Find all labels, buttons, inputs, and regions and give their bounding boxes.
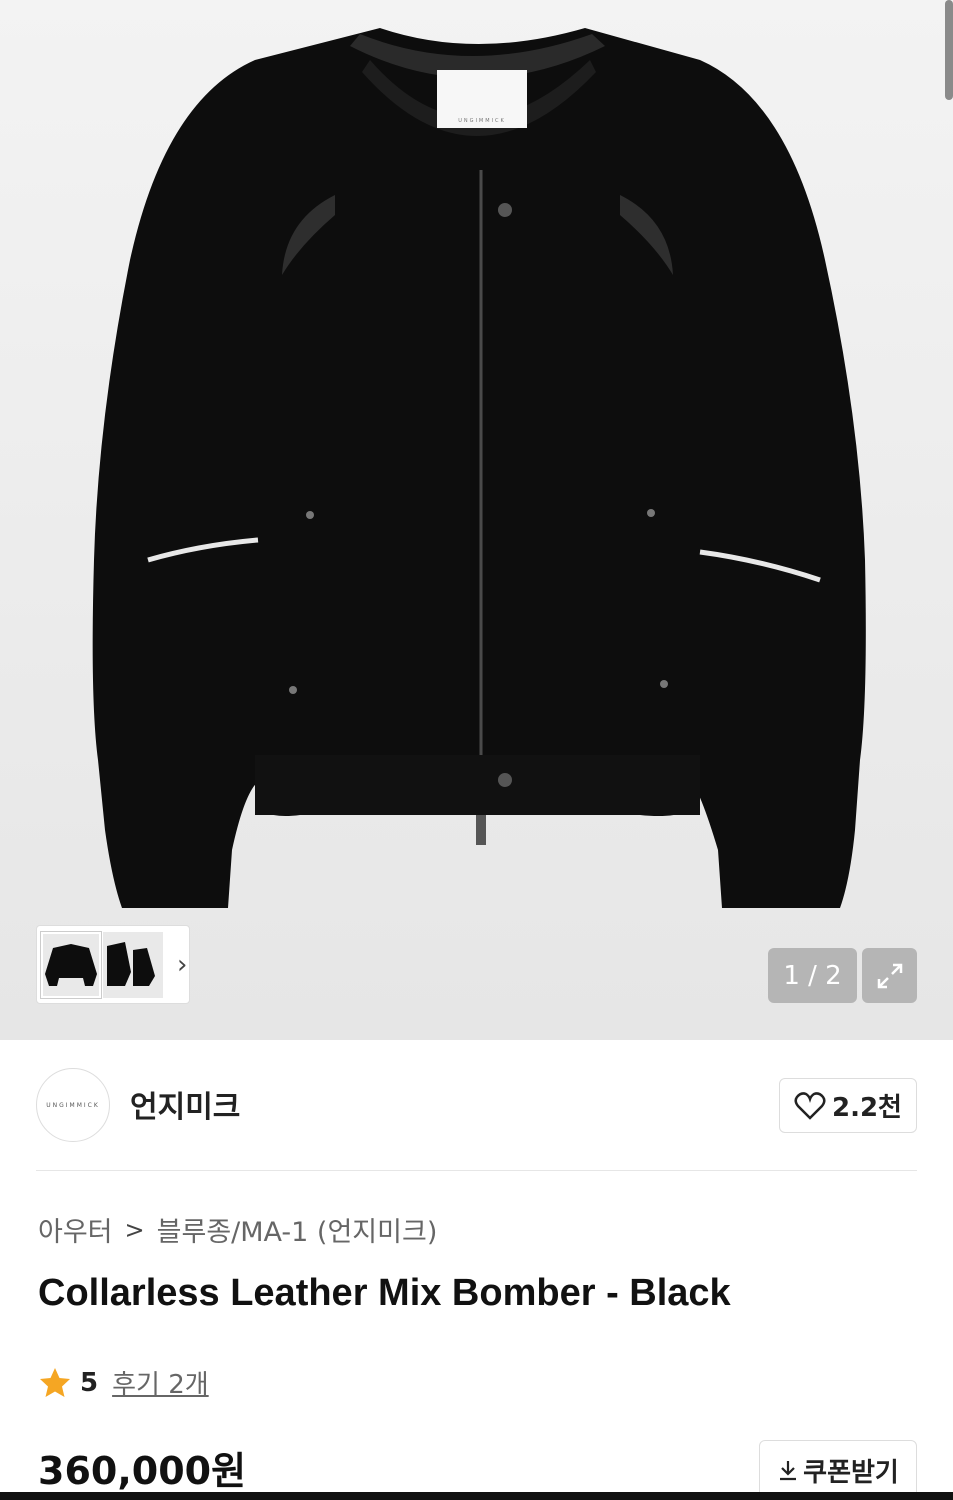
brand-logo[interactable]: UNGIMMICK	[36, 1068, 110, 1142]
thumbnail-2[interactable]	[103, 931, 163, 998]
star-icon	[40, 1367, 70, 1397]
breadcrumb: 아우터 > 블루종/MA-1 (언지미크)	[38, 1210, 437, 1249]
coupon-button[interactable]: 쿠폰받기	[759, 1440, 917, 1500]
breadcrumb-category[interactable]: 아우터	[38, 1210, 113, 1249]
breadcrumb-subcategory[interactable]: 블루종/MA-1 (언지미크)	[157, 1210, 438, 1249]
page-counter: 1 / 2	[768, 948, 857, 1003]
download-icon	[780, 1461, 797, 1481]
expand-icon	[877, 963, 902, 988]
thumbnail-1[interactable]	[40, 930, 102, 999]
like-count: 2.2천	[832, 1093, 902, 1123]
thumbnail-strip: ›	[36, 925, 190, 1004]
product-gallery[interactable]: UNGIMMICK › 1 / 2	[0, 0, 953, 1040]
chevron-right-icon[interactable]: ›	[177, 950, 187, 980]
product-title: Collarless Leather Mix Bomber - Black	[38, 1272, 731, 1314]
price: 360,000원	[38, 1449, 247, 1493]
like-button[interactable]: 2.2천	[779, 1078, 917, 1133]
coupon-label: 쿠폰받기	[803, 1457, 899, 1488]
brand-name[interactable]: 언지미크	[130, 1082, 240, 1126]
bottom-bar	[0, 1492, 953, 1500]
gallery-scrollbar[interactable]	[945, 0, 953, 100]
divider	[36, 1170, 917, 1171]
rating-score: 5	[80, 1367, 99, 1398]
review-link[interactable]: 후기 2개	[112, 1364, 209, 1401]
expand-button[interactable]	[862, 948, 917, 1003]
brand-logo-text: UNGIMMICK	[46, 1101, 100, 1109]
heart-icon	[794, 1091, 826, 1120]
rating-row: 5 후기 2개	[38, 1364, 209, 1401]
brand-row: UNGIMMICK 언지미크 2.2천	[36, 1068, 917, 1142]
svg-text:UNGIMMICK: UNGIMMICK	[458, 118, 506, 124]
chevron-right-icon: >	[124, 1215, 145, 1244]
product-image: UNGIMMICK	[92, 28, 866, 908]
